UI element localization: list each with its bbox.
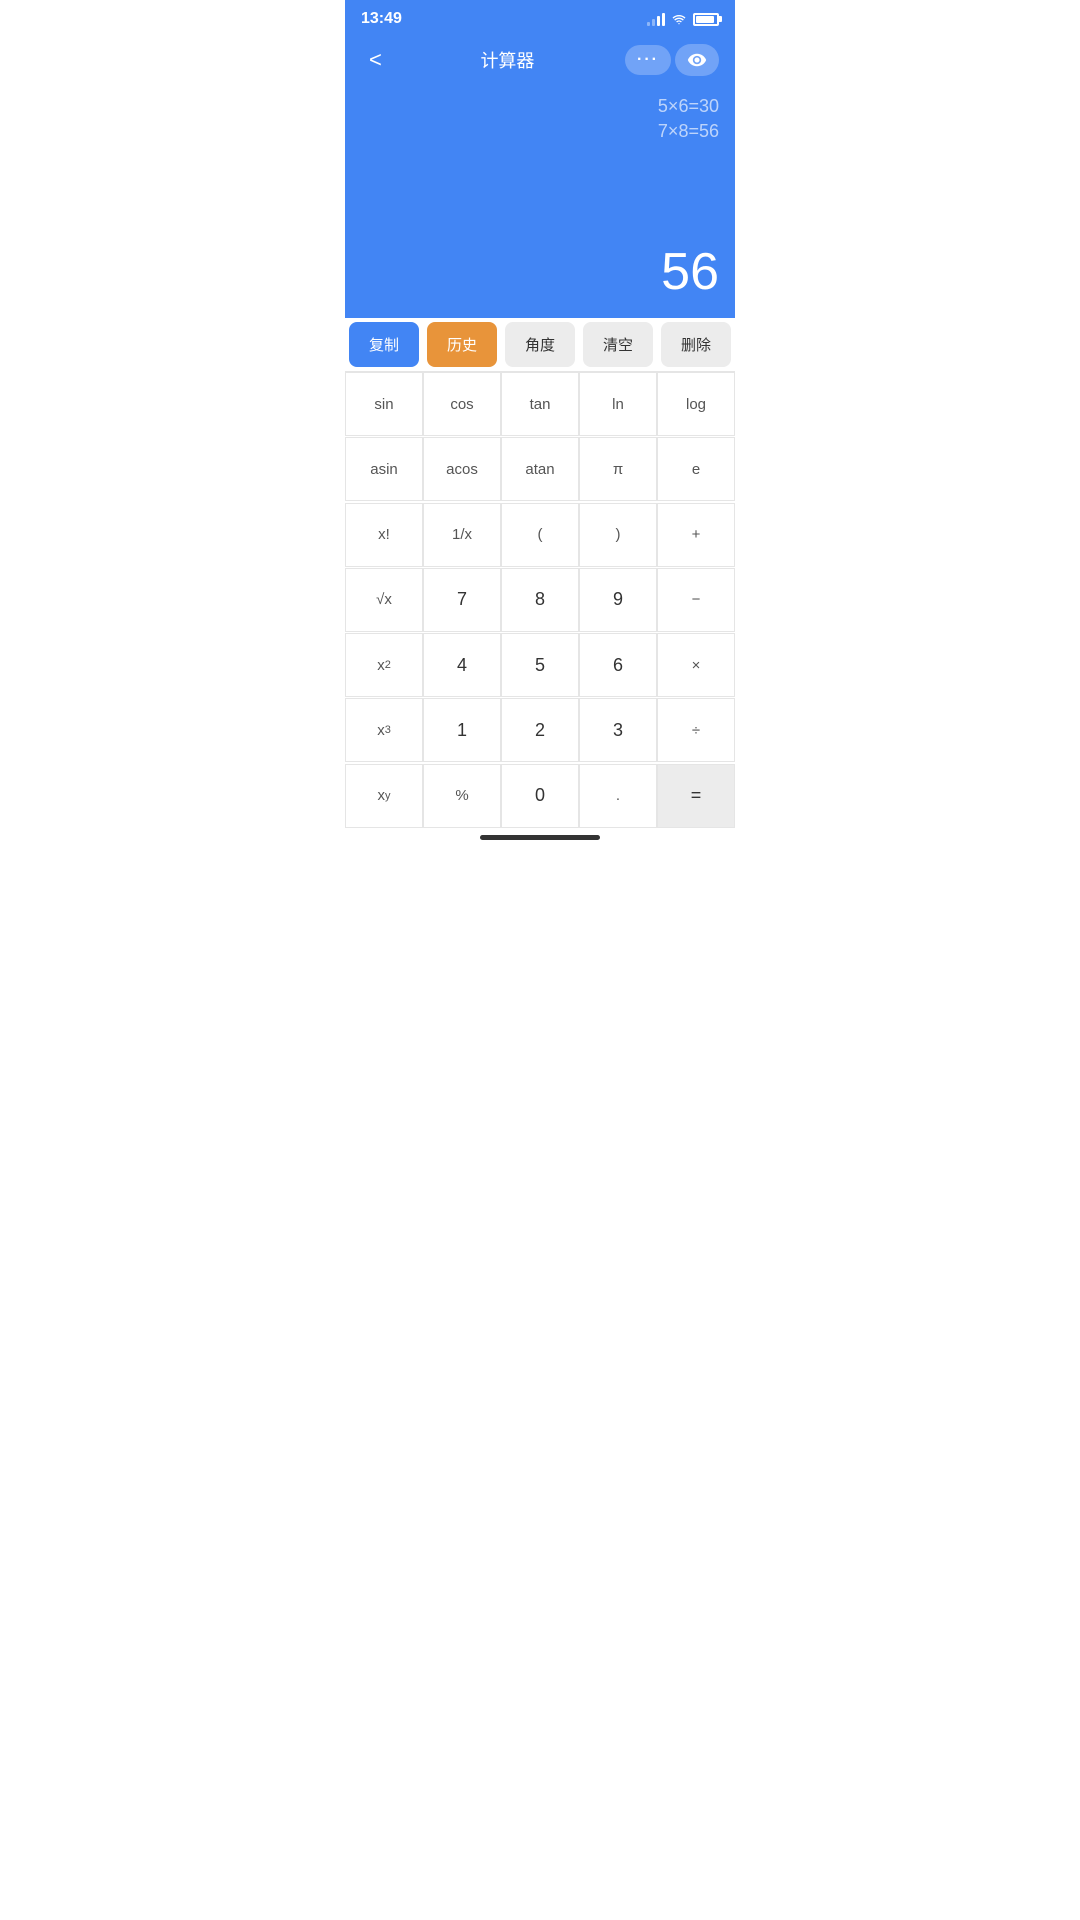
wifi-icon <box>671 12 687 26</box>
clear-button[interactable]: 清空 <box>583 322 653 367</box>
eye-button[interactable] <box>675 44 719 76</box>
header: < 计算器 ··· <box>345 36 735 88</box>
eye-icon <box>687 50 707 70</box>
key-factorial[interactable]: x! <box>345 503 423 567</box>
key-minus[interactable]: − <box>657 568 735 632</box>
history-item-2: 7×8=56 <box>658 121 719 142</box>
back-button[interactable]: < <box>361 43 390 77</box>
delete-button[interactable]: 删除 <box>661 322 731 367</box>
page-title: 计算器 <box>480 47 534 73</box>
key-7[interactable]: 7 <box>423 568 501 632</box>
battery-icon <box>693 13 719 26</box>
key-6[interactable]: 6 <box>579 633 657 697</box>
key-power[interactable]: xy <box>345 764 423 828</box>
signal-icon <box>647 12 665 26</box>
key-sqrt[interactable]: √x <box>345 568 423 632</box>
key-multiply[interactable]: × <box>657 633 735 697</box>
history-display: 5×6=30 7×8=56 <box>361 96 719 142</box>
key-reciprocal[interactable]: 1/x <box>423 503 501 567</box>
more-button[interactable]: ··· <box>625 45 671 75</box>
key-ln[interactable]: ln <box>579 372 657 436</box>
header-actions: ··· <box>625 44 719 76</box>
key-cube[interactable]: x3 <box>345 698 423 762</box>
key-5[interactable]: 5 <box>501 633 579 697</box>
key-tan[interactable]: tan <box>501 372 579 436</box>
action-row: 复制 历史 角度 清空 删除 <box>345 318 735 372</box>
key-4[interactable]: 4 <box>423 633 501 697</box>
history-item-1: 5×6=30 <box>658 96 719 117</box>
key-percent[interactable]: % <box>423 764 501 828</box>
key-pi[interactable]: π <box>579 437 657 501</box>
key-acos[interactable]: acos <box>423 437 501 501</box>
key-atan[interactable]: atan <box>501 437 579 501</box>
status-bar: 13:49 <box>345 0 735 36</box>
key-e[interactable]: e <box>657 437 735 501</box>
key-8[interactable]: 8 <box>501 568 579 632</box>
key-dot[interactable]: . <box>579 764 657 828</box>
key-3[interactable]: 3 <box>579 698 657 762</box>
calculator-display: 5×6=30 7×8=56 56 <box>345 88 735 318</box>
key-9[interactable]: 9 <box>579 568 657 632</box>
status-time: 13:49 <box>361 10 402 28</box>
key-close_paren[interactable]: ) <box>579 503 657 567</box>
key-equals[interactable]: = <box>657 764 735 828</box>
key-open_paren[interactable]: ( <box>501 503 579 567</box>
key-cos[interactable]: cos <box>423 372 501 436</box>
home-bar <box>480 835 600 840</box>
key-1[interactable]: 1 <box>423 698 501 762</box>
angle-button[interactable]: 角度 <box>505 322 575 367</box>
key-0[interactable]: 0 <box>501 764 579 828</box>
keypad: sincostanlnlog asinacosatanπe x!1/x()+ √x78… <box>345 372 735 829</box>
key-2[interactable]: 2 <box>501 698 579 762</box>
key-log[interactable]: log <box>657 372 735 436</box>
key-plus[interactable]: + <box>657 503 735 567</box>
key-divide[interactable]: ÷ <box>657 698 735 762</box>
key-square[interactable]: x2 <box>345 633 423 697</box>
history-button[interactable]: 历史 <box>427 322 497 367</box>
copy-button[interactable]: 复制 <box>349 322 419 367</box>
current-result: 56 <box>361 242 719 302</box>
key-asin[interactable]: asin <box>345 437 423 501</box>
status-icons <box>647 12 719 26</box>
key-sin[interactable]: sin <box>345 372 423 436</box>
home-indicator <box>345 829 735 844</box>
